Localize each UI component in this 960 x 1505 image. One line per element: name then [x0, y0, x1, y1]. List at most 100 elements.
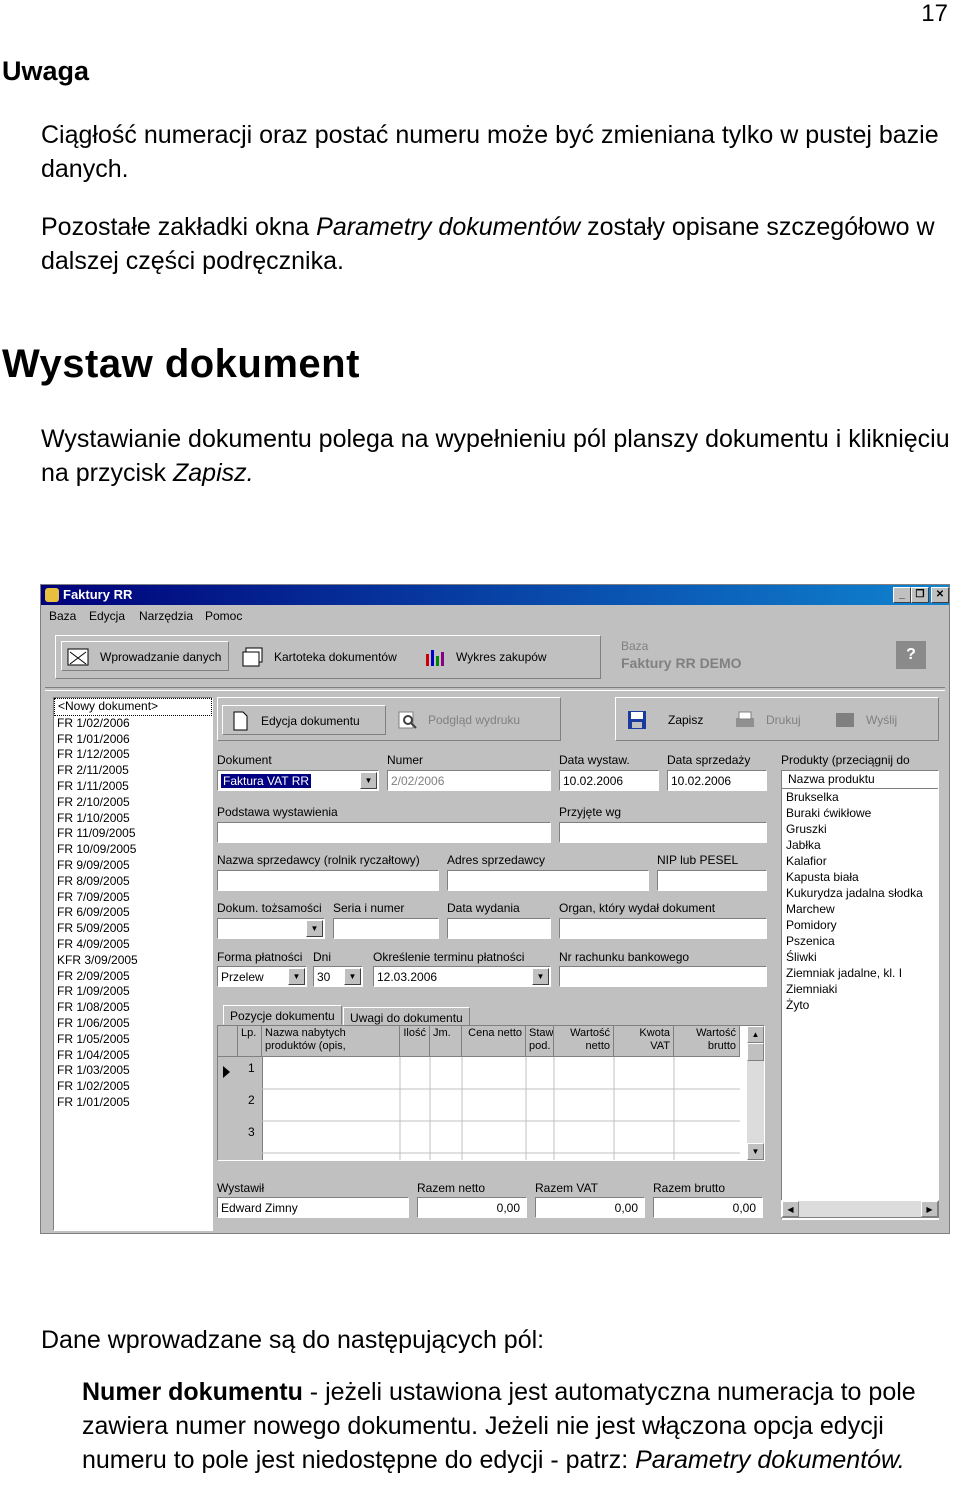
document-list-item[interactable]: FR 1/08/2005 — [54, 1000, 212, 1016]
product-item[interactable]: Śliwki — [782, 949, 938, 965]
dni-select[interactable]: 30 ▼ — [313, 966, 363, 987]
label-razem-netto: Razem netto — [417, 1181, 486, 1195]
chevron-down-icon[interactable]: ▼ — [306, 920, 323, 937]
document-list-item[interactable]: FR 8/09/2005 — [54, 874, 212, 890]
chevron-down-icon[interactable]: ▼ — [360, 772, 377, 789]
close-icon[interactable]: ✕ — [931, 587, 949, 603]
product-item[interactable]: Kukurydza jadalna słodka — [782, 885, 938, 901]
data-sprzedazy-value: 10.02.2006 — [671, 774, 732, 788]
nr-rachunku-field[interactable] — [559, 966, 767, 987]
products-hscrollbar[interactable]: ◀ ▶ — [781, 1200, 939, 1218]
product-item[interactable]: Gruszki — [782, 821, 938, 837]
tab-uwagi-do-dokumentu[interactable]: Uwagi do dokumentu — [343, 1007, 470, 1027]
product-item[interactable]: Jabłka — [782, 837, 938, 853]
help-button[interactable]: ? — [896, 641, 926, 669]
grid-lines — [262, 1057, 740, 1160]
document-list-item[interactable]: FR 4/09/2005 — [54, 937, 212, 953]
positions-grid[interactable]: Lp. Nazwa nabytych produktów (opis, Iloś… — [217, 1025, 765, 1161]
restore-icon[interactable]: ❐ — [911, 587, 929, 603]
menu-baza[interactable]: Baza — [49, 609, 76, 623]
products-list[interactable]: Nazwa produktu Brukselka Buraki ćwikłowe G… — [781, 770, 939, 1220]
tab-wykres-zakupow[interactable]: Wykres zakupów — [422, 646, 572, 668]
adres-sprzedawcy-field[interactable] — [447, 870, 649, 891]
document-list-item[interactable]: FR 2/11/2005 — [54, 763, 212, 779]
tab-pozycje-dokumentu[interactable]: Pozycje dokumentu — [223, 1005, 342, 1025]
minimize-icon[interactable]: _ — [893, 587, 911, 603]
label-nip: NIP lub PESEL — [657, 853, 739, 867]
document-list-item[interactable]: FR 1/03/2005 — [54, 1063, 212, 1079]
document-list-item[interactable]: FR 1/01/2006 — [54, 732, 212, 748]
seria-field[interactable] — [333, 918, 439, 939]
product-item[interactable]: Marchew — [782, 901, 938, 917]
tab-kartoteka-dokumentow[interactable]: Kartoteka dokumentów — [240, 646, 410, 668]
chevron-down-icon[interactable]: ▼ — [288, 968, 305, 985]
scroll-thumb[interactable] — [747, 1043, 764, 1061]
document-list-item[interactable]: FR 1/10/2005 — [54, 811, 212, 827]
wystawil-field[interactable]: Edward Zimny — [217, 1197, 409, 1218]
scroll-right-icon[interactable]: ▶ — [921, 1201, 938, 1217]
razem-vat-field: 0,00 — [535, 1197, 645, 1218]
wyslij-button[interactable]: Wyślij — [828, 705, 928, 735]
document-list-item[interactable]: FR 1/12/2005 — [54, 747, 212, 763]
product-item[interactable]: Żyto — [782, 997, 938, 1013]
dokument-select[interactable]: Faktura VAT RR ▼ — [217, 770, 379, 791]
tab-wprowadzanie-danych[interactable]: Wprowadzanie danych — [61, 641, 229, 671]
product-item[interactable]: Kapusta biała — [782, 869, 938, 885]
scroll-left-icon[interactable]: ◀ — [782, 1201, 799, 1217]
nazwa-sprzedawcy-field[interactable] — [217, 870, 439, 891]
product-item[interactable]: Ziemniak jadalne, kl. I — [782, 965, 938, 981]
podglad-wydruku-button[interactable]: Podgląd wydruku — [390, 705, 550, 735]
document-list-item[interactable]: FR 1/11/2005 — [54, 779, 212, 795]
product-item[interactable]: Kalafior — [782, 853, 938, 869]
dokum-tozsamosci-select[interactable]: ▼ — [217, 918, 325, 939]
numer-value: 2/02/2006 — [391, 774, 445, 788]
scroll-up-icon[interactable]: ▲ — [747, 1026, 764, 1043]
document-list-item[interactable]: FR 6/09/2005 — [54, 905, 212, 921]
row-header-column — [218, 1057, 239, 1160]
forma-platnosci-select[interactable]: Przelew ▼ — [217, 966, 307, 987]
przyjete-field[interactable] — [559, 822, 767, 843]
document-list-item[interactable]: FR 1/05/2005 — [54, 1032, 212, 1048]
zapisz-button[interactable]: Zapisz — [620, 705, 720, 735]
drukuj-button[interactable]: Drukuj — [728, 705, 824, 735]
grid-row-lp: 2 — [248, 1093, 255, 1107]
document-list[interactable]: <Nowy dokument> FR 1/02/2006 FR 1/01/2006 F… — [53, 697, 213, 1231]
document-list-item[interactable]: FR 10/09/2005 — [54, 842, 212, 858]
menu-pomoc[interactable]: Pomoc — [205, 609, 242, 623]
document-list-item[interactable]: FR 1/09/2005 — [54, 984, 212, 1000]
termin-select[interactable]: 12.03.2006 ▼ — [373, 966, 551, 987]
document-list-item[interactable]: KFR 3/09/2005 — [54, 953, 212, 969]
document-list-item[interactable]: FR 9/09/2005 — [54, 858, 212, 874]
scroll-down-icon[interactable]: ▼ — [747, 1143, 764, 1160]
chevron-down-icon[interactable]: ▼ — [344, 968, 361, 985]
document-list-item[interactable]: FR 7/09/2005 — [54, 890, 212, 906]
document-list-item[interactable]: FR 5/09/2005 — [54, 921, 212, 937]
menu-narzedzia[interactable]: Narzędzia — [139, 609, 193, 623]
product-item[interactable]: Ziemniaki — [782, 981, 938, 997]
document-list-item[interactable]: FR 11/09/2005 — [54, 826, 212, 842]
podstawa-field[interactable] — [217, 822, 551, 843]
wyslij-label: Wyślij — [866, 713, 898, 727]
product-item[interactable]: Buraki ćwikłowe — [782, 805, 938, 821]
document-list-item[interactable]: FR 2/09/2005 — [54, 969, 212, 985]
product-item[interactable]: Brukselka — [782, 789, 938, 805]
document-list-item[interactable]: FR 1/04/2005 — [54, 1048, 212, 1064]
numer-field[interactable]: 2/02/2006 — [387, 770, 551, 791]
product-item[interactable]: Pomidory — [782, 917, 938, 933]
document-list-item[interactable]: FR 1/06/2005 — [54, 1016, 212, 1032]
chevron-down-icon[interactable]: ▼ — [532, 968, 549, 985]
document-list-item[interactable]: FR 1/01/2005 — [54, 1095, 212, 1111]
menu-edycja[interactable]: Edycja — [89, 609, 125, 623]
data-sprzedazy-field[interactable]: 10.02.2006 — [667, 770, 767, 791]
edycja-dokumentu-button[interactable]: Edycja dokumentu — [222, 705, 386, 735]
document-list-item[interactable]: FR 1/02/2006 — [54, 716, 212, 732]
grid-scrollbar[interactable]: ▲ ▼ — [747, 1026, 764, 1160]
document-list-item[interactable]: FR 1/02/2005 — [54, 1079, 212, 1095]
organ-field[interactable] — [559, 918, 767, 939]
data-wydania-field[interactable] — [447, 918, 551, 939]
new-document-item[interactable]: <Nowy dokument> — [54, 698, 212, 716]
nip-field[interactable] — [657, 870, 767, 891]
product-item[interactable]: Pszenica — [782, 933, 938, 949]
document-list-item[interactable]: FR 2/10/2005 — [54, 795, 212, 811]
data-wystaw-field[interactable]: 10.02.2006 — [559, 770, 659, 791]
